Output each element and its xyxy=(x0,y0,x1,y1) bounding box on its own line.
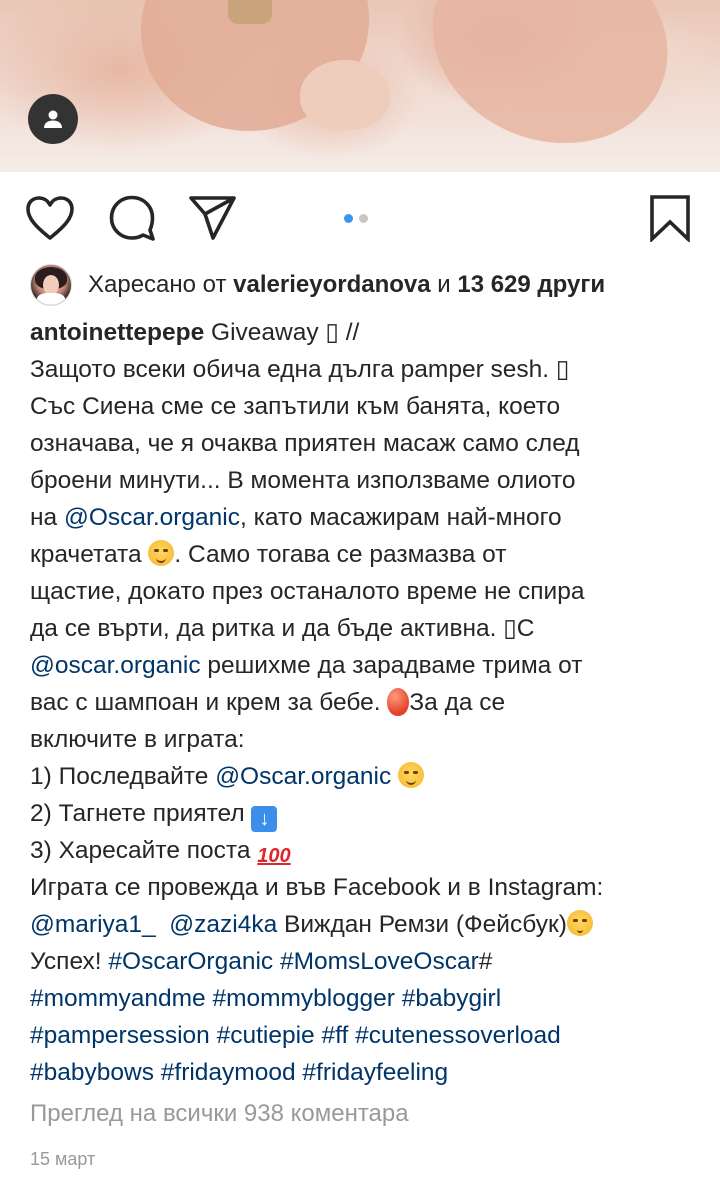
hashtag-link[interactable]: #cutiepie xyxy=(217,1022,315,1049)
carousel-dot-2 xyxy=(359,214,368,223)
caption-text: . Само тогава се размазва от xyxy=(174,541,507,568)
caption-line: включите в играта: xyxy=(30,726,245,753)
liker-avatar[interactable] xyxy=(30,264,72,306)
like-button[interactable] xyxy=(24,192,76,244)
carousel-indicator xyxy=(344,214,368,223)
mention-link[interactable]: @Oscar.organic xyxy=(64,504,240,531)
caption-text: # xyxy=(478,948,493,975)
caption-text: За да се xyxy=(409,689,506,716)
hundred-points-emoji-icon: 100 xyxy=(257,845,291,867)
comment-icon xyxy=(109,195,155,241)
caption-line: Защото всеки обича една дълга pamper ses… xyxy=(30,356,570,383)
heart-icon xyxy=(26,196,74,240)
caption-text: решихме да зарадваме трима от xyxy=(200,652,583,679)
caption-username[interactable]: antoinettepepe xyxy=(30,319,204,346)
comment-button[interactable] xyxy=(106,192,158,244)
mention-link[interactable]: @zazi4ka xyxy=(169,911,277,938)
caption-line: означава, че я очаква приятен масаж само… xyxy=(30,430,580,457)
caption-text: крачетата xyxy=(30,541,149,568)
likes-summary[interactable]: Харесано от valerieyordanova и 13 629 др… xyxy=(30,262,605,308)
caption-text: 2) Тагнете приятел xyxy=(30,800,252,827)
caption-text: вас с шампоан и крем за бебе. xyxy=(30,689,388,716)
hashtag-link[interactable]: #pampersession xyxy=(30,1022,210,1049)
hashtag-link[interactable]: #mommyandme xyxy=(30,985,206,1012)
hashtag-link[interactable]: #cutenessoverload xyxy=(355,1022,561,1049)
caption-line: Със Сиена сме се запътили към банята, ко… xyxy=(30,393,561,420)
photo-leg-right xyxy=(401,0,699,172)
mention-link[interactable]: @mariya1_ xyxy=(30,911,156,938)
caption-text: , като масажирам най-много xyxy=(240,504,562,531)
save-button[interactable] xyxy=(644,192,696,244)
send-icon xyxy=(189,196,236,240)
caption-line: броени минути... В момента използваме ол… xyxy=(30,467,576,494)
hashtag-link[interactable]: #fridayfeeling xyxy=(302,1059,448,1086)
caption-line: Играта се провежда и във Facebook и в In… xyxy=(30,874,604,901)
likes-others-link[interactable]: 13 629 други xyxy=(457,271,605,299)
post-photo[interactable] xyxy=(0,0,720,172)
mention-link[interactable]: @Oscar.organic xyxy=(215,763,391,790)
balloon-emoji-icon xyxy=(387,688,410,716)
smile-emoji-icon xyxy=(398,762,425,788)
mention-link[interactable]: @oscar.organic xyxy=(30,652,201,679)
hashtag-link[interactable]: #MomsLoveOscar xyxy=(280,948,479,975)
likes-user-link[interactable]: valerieyordanova xyxy=(233,271,430,299)
caption-text: Успех! xyxy=(30,948,109,975)
hashtag-link[interactable]: #OscarOrganic xyxy=(108,948,273,975)
hashtag-link[interactable]: #ff xyxy=(321,1022,348,1049)
post-caption: antoinettepepe Giveaway ▯ // Защото всек… xyxy=(30,314,700,1091)
carousel-dot-1 xyxy=(344,214,353,223)
tagged-users-button[interactable] xyxy=(28,94,78,144)
hashtag-link[interactable]: #babybows xyxy=(30,1059,154,1086)
smirk-emoji-icon xyxy=(148,540,175,566)
caption-text: Виждан Ремзи (Фейсбук) xyxy=(277,911,567,938)
hashtag-link[interactable]: #fridaymood xyxy=(161,1059,296,1086)
post-date: 15 март xyxy=(30,1149,96,1169)
share-button[interactable] xyxy=(186,192,238,244)
caption-text: 3) Харесайте поста xyxy=(30,837,258,864)
post-action-bar xyxy=(0,172,720,262)
bookmark-icon xyxy=(650,195,690,242)
photo-bracelet xyxy=(228,0,272,24)
user-icon xyxy=(44,110,62,128)
kissing-emoji-icon xyxy=(566,910,593,936)
down-arrow-emoji-icon: ↓ xyxy=(251,806,278,832)
hashtag-link[interactable]: #babygirl xyxy=(402,985,501,1012)
caption-text: 1) Последвайте xyxy=(30,763,216,790)
caption-line: да се върти, да ритка и да бъде активна.… xyxy=(30,615,535,642)
photo-baby-foot xyxy=(300,60,390,130)
caption-line: щастие, докато през останалото време не … xyxy=(30,578,585,605)
likes-prefix: Харесано от xyxy=(88,271,227,298)
caption-line: Giveaway ▯ // xyxy=(204,319,360,346)
view-all-comments-link[interactable]: Преглед на всички 938 коментара xyxy=(30,1100,409,1128)
hashtag-link[interactable]: #mommyblogger xyxy=(212,985,394,1012)
likes-joiner: и xyxy=(437,271,451,298)
caption-text: на xyxy=(30,504,64,531)
